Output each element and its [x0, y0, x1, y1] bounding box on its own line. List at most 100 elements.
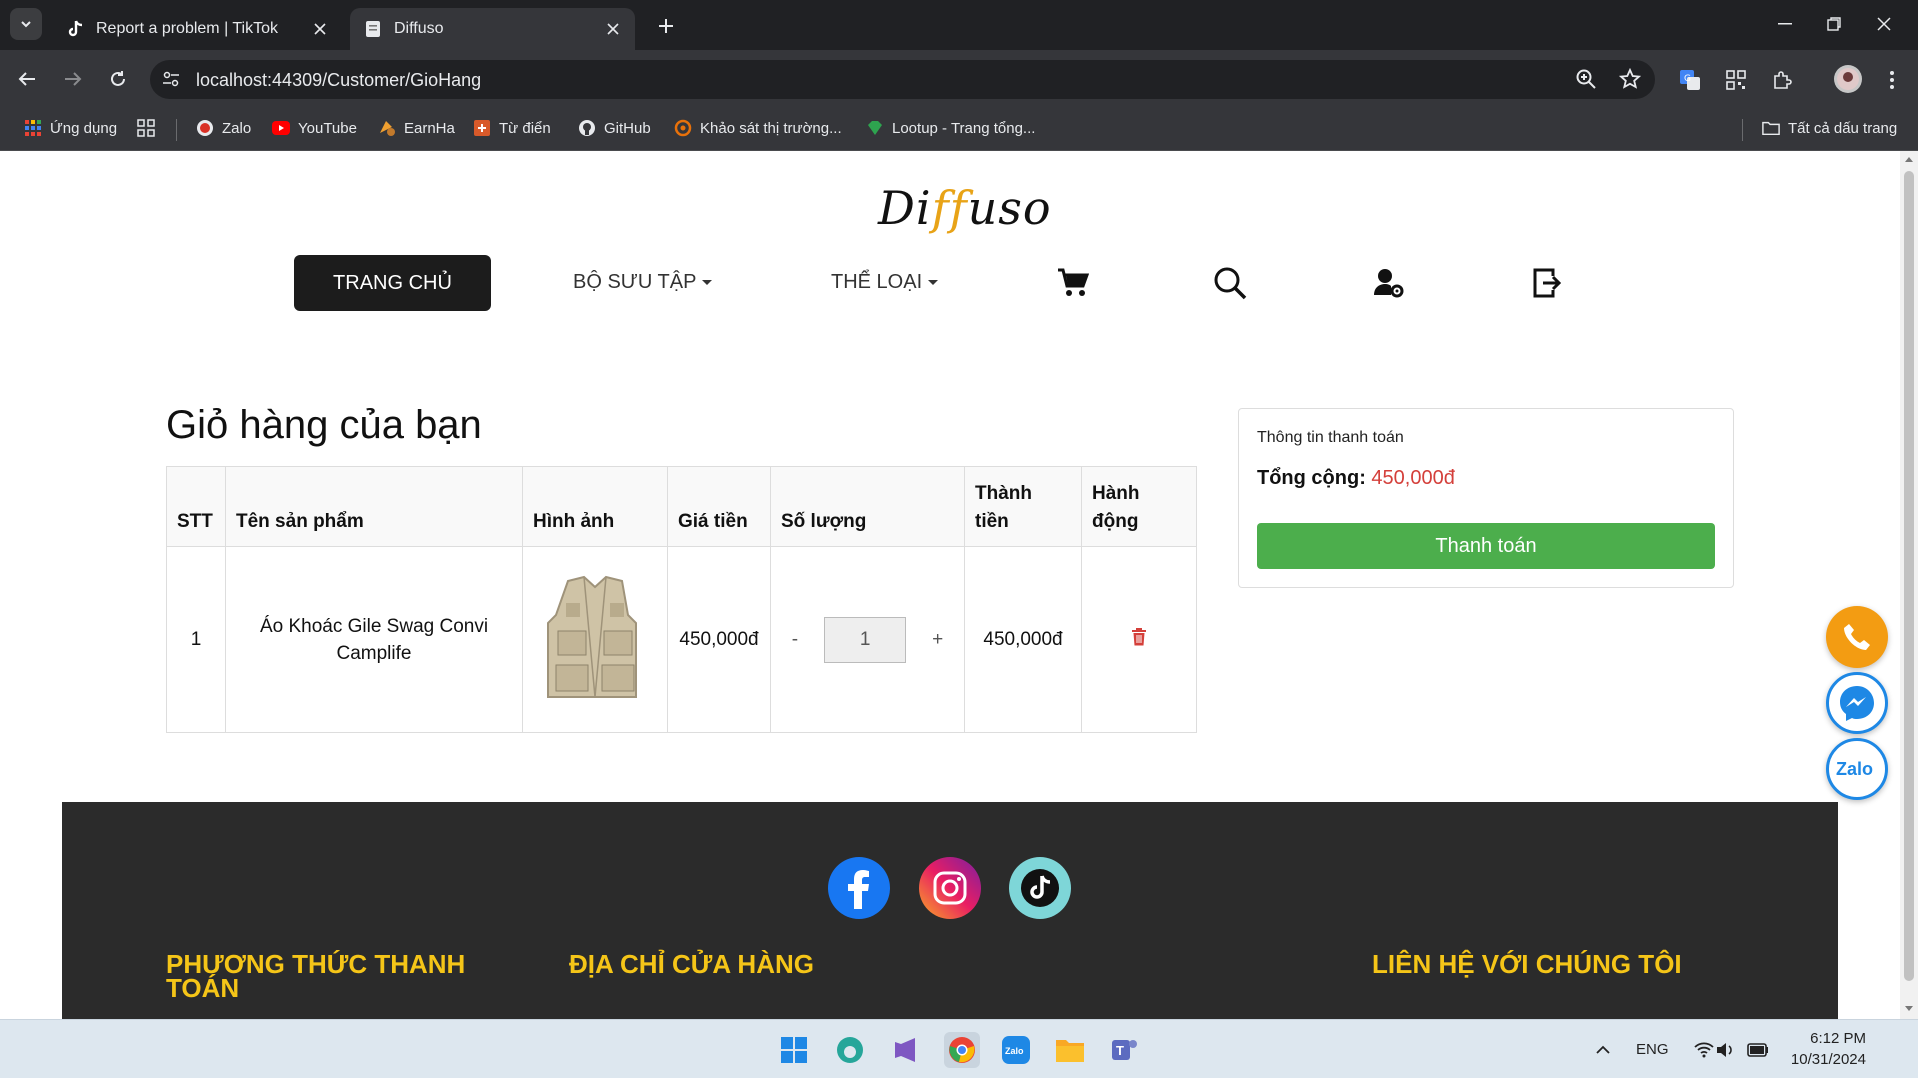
site-logo[interactable]: Diffuso — [878, 181, 1052, 235]
folder-icon — [1762, 119, 1780, 137]
total-amount: 450,000đ — [1371, 467, 1455, 489]
translate-extension-icon[interactable]: G — [1678, 68, 1702, 92]
reload-icon — [111, 71, 125, 86]
phone-call-button[interactable] — [1826, 606, 1888, 668]
footer-payment-heading: PHƯƠNG THỨC THANH TOÁN — [166, 949, 466, 1003]
github-icon — [578, 119, 596, 137]
teams-icon[interactable]: T — [1106, 1032, 1142, 1068]
file-explorer-icon[interactable] — [1052, 1032, 1088, 1068]
site-settings-icon[interactable] — [162, 70, 180, 88]
zalo-app-icon[interactable]: Zalo — [998, 1032, 1034, 1068]
grid-icon — [137, 119, 155, 137]
checkout-button[interactable]: Thanh toán — [1257, 523, 1715, 569]
close-tab-icon[interactable] — [310, 19, 330, 39]
payment-summary-card: Thông tin thanh toán Tổng cộng: 450,000đ… — [1238, 408, 1734, 588]
user-settings-icon[interactable] — [1372, 266, 1406, 300]
chevron-down-icon — [21, 21, 31, 28]
back-button[interactable] — [12, 64, 42, 94]
address-bar[interactable]: localhost:44309/Customer/GioHang — [150, 60, 1655, 99]
bookmark-earnha[interactable]: EarnHa — [378, 119, 455, 137]
table-header-row: STT Tên sản phẩm Hình ảnh Giá tiền Số lư… — [166, 466, 1197, 547]
clock-time[interactable]: 6:12 PM — [1790, 1030, 1866, 1047]
bookmark-survey[interactable]: Khảo sát thị trường... — [674, 119, 842, 137]
col-header-quantity: Số lượng — [770, 466, 965, 547]
bookmark-grid[interactable] — [137, 119, 163, 137]
forward-button[interactable] — [58, 64, 88, 94]
col-header-image: Hình ảnh — [522, 466, 668, 547]
footer-address-heading: ĐỊA CHỈ CỬA HÀNG — [569, 949, 814, 979]
scrollbar-thumb[interactable] — [1904, 171, 1914, 981]
battery-icon[interactable] — [1740, 1032, 1776, 1068]
decrease-quantity-button[interactable]: - — [792, 629, 798, 651]
cell-price: 450,000đ — [667, 546, 771, 733]
extensions-puzzle-icon[interactable] — [1770, 68, 1794, 92]
restore-button[interactable] — [1814, 10, 1854, 38]
delete-trash-icon[interactable] — [1131, 627, 1147, 646]
table-row: 1 Áo Khoác Gile Swag Convi Camplife 450, — [166, 546, 1197, 733]
show-hidden-icons-chevron[interactable] — [1585, 1032, 1621, 1068]
quantity-input[interactable]: 1 — [824, 616, 907, 663]
facebook-icon[interactable] — [828, 857, 890, 919]
cell-product-name: Áo Khoác Gile Swag Convi Camplife — [225, 546, 523, 733]
nav-collection-dropdown[interactable]: BỘ SƯU TẬP — [573, 271, 713, 294]
volume-icon[interactable] — [1708, 1032, 1744, 1068]
bookmark-apps[interactable]: Ứng dụng — [24, 119, 117, 137]
svg-text:Zalo: Zalo — [1005, 1046, 1024, 1056]
bookmark-youtube[interactable]: YouTube — [272, 119, 357, 137]
survey-icon — [674, 119, 692, 137]
increase-quantity-button[interactable]: + — [932, 629, 943, 651]
youtube-icon — [272, 119, 290, 137]
tiktok-social-icon[interactable] — [1009, 857, 1071, 919]
profile-avatar[interactable] — [1834, 65, 1862, 93]
zalo-chat-button[interactable]: Zalo — [1826, 738, 1888, 800]
nav-category-dropdown[interactable]: THỂ LOẠI — [831, 271, 939, 294]
zalo-icon — [196, 119, 214, 137]
close-tab-icon[interactable] — [603, 19, 623, 39]
tab-tiktok[interactable]: Report a problem | TikTok — [52, 8, 342, 50]
svg-text:T: T — [1116, 1043, 1124, 1058]
bookmark-zalo[interactable]: Zalo — [196, 119, 251, 137]
bookmark-dictionary[interactable]: Từ điển — [473, 119, 551, 137]
chrome-icon[interactable] — [944, 1032, 980, 1068]
all-bookmarks-button[interactable]: Tất cả dấu trang — [1762, 119, 1897, 137]
search-icon[interactable] — [1213, 266, 1247, 300]
instagram-icon[interactable] — [919, 857, 981, 919]
scroll-down-arrow-icon[interactable] — [1904, 1004, 1914, 1014]
page-scrollbar[interactable] — [1900, 151, 1918, 1019]
nav-home[interactable]: TRANG CHỦ — [294, 255, 491, 311]
windows-start-icon[interactable] — [776, 1032, 812, 1068]
col-header-name: Tên sản phẩm — [225, 466, 523, 547]
cell-action — [1081, 546, 1197, 733]
svg-text:Zalo: Zalo — [1836, 759, 1873, 779]
apps-icon — [24, 119, 42, 137]
page-icon — [364, 20, 382, 38]
input-language-indicator[interactable]: ENG — [1636, 1041, 1669, 1058]
minimize-button[interactable] — [1765, 10, 1805, 38]
reload-button[interactable] — [103, 64, 133, 94]
bookmark-star-icon[interactable] — [1619, 68, 1641, 90]
browser-menu-icon[interactable] — [1880, 68, 1904, 92]
visual-studio-icon[interactable] — [888, 1032, 924, 1068]
bookmark-github[interactable]: GitHub — [578, 119, 651, 137]
windows-taskbar: Zalo T ENG 6:12 PM 10/31/2024 — [0, 1019, 1918, 1078]
edge-dev-icon[interactable] — [832, 1032, 868, 1068]
close-window-button[interactable] — [1864, 10, 1904, 38]
tab-title: Diffuso — [394, 20, 444, 37]
cart-icon[interactable] — [1056, 266, 1090, 300]
messenger-button[interactable] — [1826, 672, 1888, 734]
product-vest-image — [547, 575, 637, 698]
new-tab-button[interactable] — [652, 12, 680, 40]
tab-diffuso[interactable]: Diffuso — [350, 8, 635, 50]
dictionary-icon — [473, 119, 491, 137]
scroll-up-arrow-icon[interactable] — [1904, 154, 1914, 164]
zoom-icon[interactable] — [1575, 68, 1597, 90]
qr-code-icon[interactable] — [1724, 68, 1748, 92]
tab-search-button[interactable] — [10, 8, 42, 40]
site-footer: PHƯƠNG THỨC THANH TOÁN ĐỊA CHỈ CỬA HÀNG … — [62, 802, 1838, 1019]
logout-icon[interactable] — [1530, 266, 1564, 300]
url-text[interactable]: localhost:44309/Customer/GioHang — [196, 70, 481, 91]
cell-line-total: 450,000đ — [964, 546, 1082, 733]
messenger-icon — [1840, 686, 1874, 721]
clock-date[interactable]: 10/31/2024 — [1780, 1051, 1866, 1068]
bookmark-lootup[interactable]: Lootup - Trang tổng... — [866, 119, 1035, 137]
